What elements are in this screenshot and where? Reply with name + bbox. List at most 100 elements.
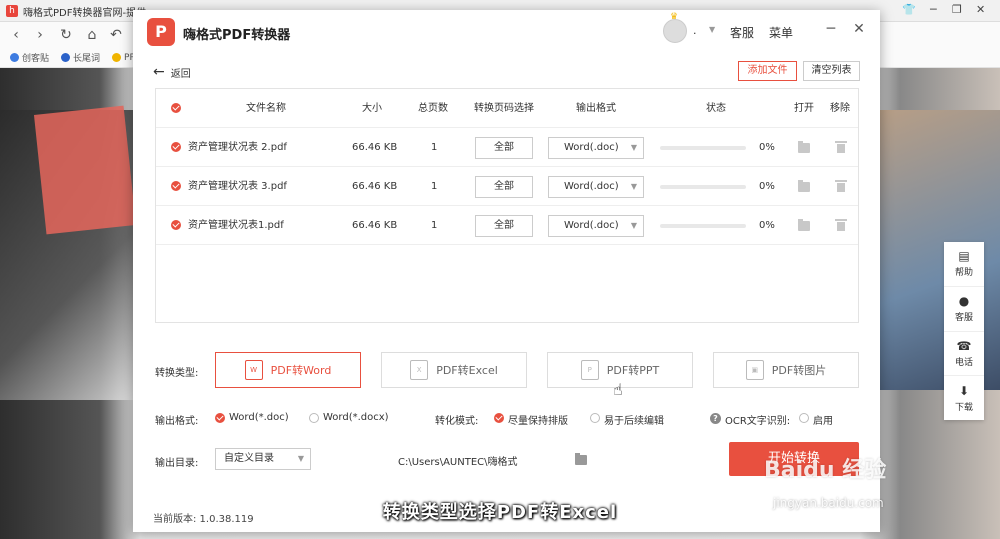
add-file-button[interactable]: 添加文件: [738, 61, 797, 81]
video-subtitle: 转换类型选择PDF转Excel: [382, 502, 618, 523]
header-remove: 移除: [830, 103, 850, 114]
easy-edit-label[interactable]: 易于后续编辑: [604, 412, 664, 427]
file-size: 66.46 KB: [352, 181, 398, 192]
support-link[interactable]: 客服: [730, 24, 754, 41]
pdf-to-image-button[interactable]: ▣ PDF转图片: [713, 352, 859, 388]
browser-tab-title: 嗨格式PDF转换器官网-提供: [23, 7, 147, 19]
open-folder-icon[interactable]: [798, 141, 810, 153]
table-row: 资产管理状况表1.pdf 66.46 KB 1 全部 Word(.doc) ▼ 0…: [156, 206, 858, 245]
file-name: 资产管理状况表 2.pdf: [188, 142, 287, 153]
minimize-icon[interactable]: ─: [930, 3, 937, 16]
progress-bar: [660, 224, 746, 228]
close-window-icon[interactable]: ✕: [976, 3, 985, 16]
minimize-app-icon[interactable]: ─: [823, 21, 839, 37]
header-filename: 文件名称: [246, 103, 286, 114]
browse-folder-icon[interactable]: [575, 453, 587, 465]
ppt-file-icon: P: [580, 360, 599, 380]
help-icon[interactable]: ?: [710, 413, 721, 424]
bookmark-item[interactable]: 长尾词: [61, 51, 100, 64]
status-percent: 0%: [759, 181, 775, 192]
browser-tab[interactable]: h 嗨格式PDF转换器官网-提供: [6, 2, 146, 20]
format-select[interactable]: Word(.doc) ▼: [548, 215, 644, 237]
ocr-label: OCR文字识别:: [725, 416, 791, 427]
bookmark-icon: [61, 53, 71, 62]
output-dir-select[interactable]: 自定义目录 ▼: [215, 448, 311, 470]
bookmark-item[interactable]: 创客贴: [10, 51, 49, 64]
restore-icon[interactable]: ❐: [952, 3, 962, 16]
radio-keep-layout[interactable]: [494, 413, 504, 423]
image-file-icon: ▣: [745, 360, 764, 380]
back-button[interactable]: ← 返回: [153, 64, 191, 80]
trash-icon[interactable]: [835, 219, 847, 231]
app-title: 嗨格式PDF转换器: [183, 28, 291, 43]
page-select-button[interactable]: 全部: [475, 137, 533, 159]
radio-word-docx[interactable]: [309, 413, 319, 423]
conversion-type-label: 转换类型:: [155, 368, 199, 379]
open-folder-icon[interactable]: [798, 180, 810, 192]
row-checkbox[interactable]: [171, 142, 181, 152]
table-row: 资产管理状况表 2.pdf 66.46 KB 1 全部 Word(.doc) ▼ …: [156, 128, 858, 167]
progress-bar: [660, 146, 746, 150]
header-pages: 总页数: [418, 103, 448, 114]
file-pages: 1: [431, 142, 438, 153]
row-checkbox[interactable]: [171, 181, 181, 191]
bookmark-item[interactable]: PP: [112, 53, 135, 63]
pdf-to-word-button[interactable]: W PDF转Word: [215, 352, 361, 388]
page-select-button[interactable]: 全部: [475, 176, 533, 198]
select-all-checkbox[interactable]: [171, 103, 181, 113]
conversion-mode-label: 转化模式:: [435, 416, 479, 427]
favicon-icon: h: [6, 5, 18, 17]
file-size: 66.46 KB: [352, 220, 398, 231]
menu-link[interactable]: 菜单: [769, 24, 793, 41]
back-nav-icon[interactable]: ‹: [8, 27, 24, 43]
format-select[interactable]: Word(.doc) ▼: [548, 176, 644, 198]
side-phone[interactable]: ☎ 电话: [944, 332, 984, 377]
chevron-down-icon: ▼: [297, 454, 304, 463]
trash-icon[interactable]: [835, 180, 847, 192]
chevron-down-icon: ▼: [630, 182, 637, 191]
background-card: [33, 105, 137, 235]
side-support[interactable]: ● 客服: [944, 287, 984, 332]
file-table: 文件名称 大小 总页数 转换页码选择 输出格式 状态 打开 移除 资产管理状况表…: [155, 88, 859, 323]
file-size: 66.46 KB: [352, 142, 398, 153]
open-folder-icon[interactable]: [798, 219, 810, 231]
phone-icon: ☎: [956, 338, 972, 353]
forward-nav-icon[interactable]: ›: [32, 27, 48, 43]
watermark-logo: Baidu 经验: [764, 458, 887, 483]
reload-icon[interactable]: ↻: [58, 27, 74, 43]
clear-list-button[interactable]: 清空列表: [803, 61, 860, 81]
undo-icon[interactable]: ↶: [108, 27, 124, 43]
side-help[interactable]: ▤ 帮助: [944, 242, 984, 287]
trash-icon[interactable]: [835, 141, 847, 153]
table-row: 资产管理状况表 3.pdf 66.46 KB 1 全部 Word(.doc) ▼ …: [156, 167, 858, 206]
output-format-label: 输出格式:: [155, 416, 199, 427]
radio-easy-edit[interactable]: [590, 413, 600, 423]
side-help-panel: ▤ 帮助 ● 客服 ☎ 电话 ⬇ 下载: [944, 242, 984, 420]
pdf-to-excel-button[interactable]: X PDF转Excel: [381, 352, 527, 388]
file-pages: 1: [431, 220, 438, 231]
home-icon[interactable]: ⌂: [84, 27, 100, 43]
close-app-icon[interactable]: ✕: [851, 21, 867, 37]
file-pages: 1: [431, 181, 438, 192]
side-download[interactable]: ⬇ 下载: [944, 376, 984, 420]
chevron-down-icon: ▼: [630, 221, 637, 230]
mouse-pointer-icon: ☝: [613, 380, 623, 399]
ocr-enable-label[interactable]: 启用: [813, 412, 833, 427]
status-percent: 0%: [759, 142, 775, 153]
radio-word-doc[interactable]: [215, 413, 225, 423]
user-dropdown-icon[interactable]: ▼: [709, 25, 715, 34]
shirt-icon[interactable]: 👕: [902, 3, 916, 16]
radio-ocr-enable[interactable]: [799, 413, 809, 423]
word-doc-label[interactable]: Word(*.doc): [229, 412, 289, 423]
row-checkbox[interactable]: [171, 220, 181, 230]
header-open: 打开: [794, 103, 814, 114]
user-name[interactable]: .: [693, 24, 697, 37]
book-icon: ▤: [958, 249, 970, 264]
format-select[interactable]: Word(.doc) ▼: [548, 137, 644, 159]
user-avatar[interactable]: [663, 19, 687, 43]
page-select-button[interactable]: 全部: [475, 215, 533, 237]
keep-layout-label[interactable]: 尽量保持排版: [508, 412, 568, 427]
word-docx-label[interactable]: Word(*.docx): [323, 412, 389, 423]
file-name: 资产管理状况表1.pdf: [188, 220, 284, 231]
output-dir-path: C:\Users\AUNTEC\嗨格式: [398, 457, 518, 468]
